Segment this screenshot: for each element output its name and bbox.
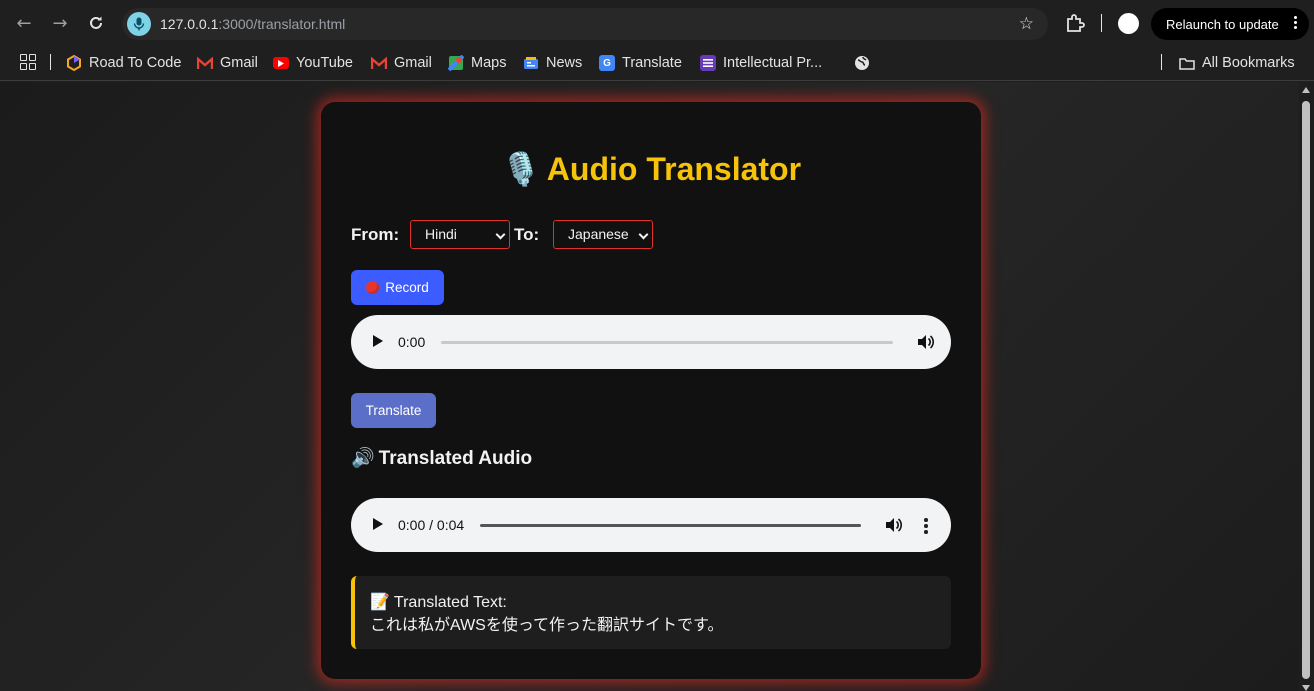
url-path: :3000/translator.html bbox=[218, 16, 346, 32]
translate-icon: G bbox=[599, 55, 615, 71]
bookmark-label: Road To Code bbox=[89, 55, 182, 71]
play-icon[interactable] bbox=[373, 335, 383, 347]
translate-label: Translate bbox=[365, 403, 422, 418]
output-progress-bar[interactable] bbox=[480, 524, 861, 527]
bookmark-news[interactable]: News bbox=[523, 52, 582, 74]
translated-text: これは私がAWSを使って作った翻訳サイトです。 bbox=[370, 617, 724, 634]
translated-audio-heading-text: Translated Audio bbox=[378, 448, 533, 469]
bookmarks-bar: Road To Code Gmail YouTube Gmail Maps Ne… bbox=[0, 46, 1314, 81]
bookmark-label: Intellectual Pr... bbox=[723, 55, 823, 71]
youtube-icon bbox=[273, 57, 289, 69]
news-icon bbox=[523, 55, 539, 71]
bookmark-star-icon[interactable]: ☆ bbox=[1019, 14, 1034, 34]
list-doc-icon bbox=[700, 55, 716, 71]
translated-audio-player[interactable]: 0:00 / 0:04 bbox=[351, 498, 951, 552]
address-bar[interactable]: 127.0.0.1:3000/translator.html ☆ bbox=[122, 8, 1048, 40]
folder-icon bbox=[1179, 55, 1195, 71]
from-label: From: bbox=[351, 225, 400, 244]
recorder-time: 0:00 bbox=[398, 334, 426, 350]
from-language-select[interactable]: Hindi bbox=[410, 220, 510, 249]
bookmark-label: News bbox=[546, 55, 583, 71]
record-label: Record bbox=[385, 280, 429, 295]
gmail-icon bbox=[197, 55, 213, 71]
bookmark-maps[interactable]: Maps bbox=[448, 52, 506, 74]
bookmarks-divider-right bbox=[1161, 54, 1162, 70]
relaunch-button[interactable]: Relaunch to update bbox=[1151, 8, 1309, 40]
toolbar-divider bbox=[1101, 14, 1102, 32]
bookmarks-divider bbox=[50, 54, 51, 70]
page-title: 🎙️ Audio Translator bbox=[321, 150, 981, 188]
to-language-select[interactable]: Japanese bbox=[553, 220, 653, 249]
record-button[interactable]: Record bbox=[351, 270, 444, 305]
bookmark-gmail[interactable]: Gmail bbox=[197, 52, 258, 74]
record-dot-icon bbox=[366, 281, 380, 294]
bookmark-label: Translate bbox=[622, 55, 682, 71]
bookmark-road-to-code[interactable]: Road To Code bbox=[66, 52, 181, 74]
road-to-code-icon bbox=[66, 55, 82, 71]
microphone-site-icon[interactable] bbox=[127, 12, 151, 36]
page-scrollbar[interactable] bbox=[1299, 82, 1314, 691]
bookmark-label: Maps bbox=[471, 55, 507, 71]
bookmark-label: YouTube bbox=[296, 55, 353, 71]
bookmark-youtube[interactable]: YouTube bbox=[273, 52, 353, 74]
bookmark-translate[interactable]: G Translate bbox=[599, 52, 682, 74]
translator-card: 🎙️ Audio Translator From: Hindi To: Japan… bbox=[321, 102, 981, 679]
url-host: 127.0.0.1 bbox=[160, 16, 219, 32]
relaunch-label: Relaunch to update bbox=[1166, 16, 1279, 32]
page-viewport: 🎙️ Audio Translator From: Hindi To: Japan… bbox=[0, 82, 1314, 691]
memo-icon: 📝 bbox=[370, 592, 390, 611]
back-arrow-icon[interactable]: ← bbox=[11, 10, 37, 36]
recorder-progress-bar[interactable] bbox=[441, 341, 893, 344]
to-label: To: bbox=[514, 225, 540, 244]
gmail-icon bbox=[371, 55, 387, 71]
page-title-text: Audio Translator bbox=[546, 151, 802, 187]
all-bookmarks-button[interactable]: All Bookmarks bbox=[1179, 52, 1295, 74]
speaker-icon: 🔊 bbox=[351, 447, 375, 469]
more-options-icon[interactable] bbox=[924, 518, 928, 536]
play-icon[interactable] bbox=[373, 518, 383, 530]
apps-grid-icon[interactable] bbox=[20, 54, 36, 70]
bookmark-gmail-2[interactable]: Gmail bbox=[371, 52, 432, 74]
bookmark-intellectual-property[interactable]: Intellectual Pr... bbox=[700, 52, 822, 74]
bookmark-globe[interactable] bbox=[854, 52, 877, 74]
translated-text-label: Translated Text: bbox=[393, 594, 507, 611]
profile-avatar[interactable] bbox=[1118, 13, 1139, 34]
bookmark-label: Gmail bbox=[220, 55, 258, 71]
kebab-menu-icon[interactable] bbox=[1294, 16, 1297, 31]
maps-icon bbox=[448, 55, 464, 71]
volume-icon[interactable] bbox=[884, 516, 902, 534]
forward-arrow-icon[interactable]: → bbox=[47, 10, 73, 36]
extensions-puzzle-icon[interactable] bbox=[1064, 12, 1086, 34]
translate-button[interactable]: Translate bbox=[351, 393, 436, 428]
to-language-value: Japanese bbox=[568, 226, 629, 242]
all-bookmarks-label: All Bookmarks bbox=[1202, 55, 1295, 71]
translated-text-label-row: 📝 Translated Text: bbox=[370, 590, 951, 614]
reload-icon[interactable] bbox=[83, 10, 109, 36]
scrollbar-thumb[interactable] bbox=[1302, 101, 1310, 679]
scroll-up-arrow-icon[interactable] bbox=[1302, 87, 1310, 93]
browser-toolbar: ← → 127.0.0.1:3000/translator.html ☆ Rel… bbox=[0, 0, 1314, 46]
from-language-value: Hindi bbox=[425, 226, 457, 242]
translated-text-box: 📝 Translated Text: これは私がAWSを使って作った翻訳サイトです… bbox=[351, 576, 951, 649]
globe-icon bbox=[854, 55, 870, 71]
output-time: 0:00 / 0:04 bbox=[398, 517, 465, 533]
url-text: 127.0.0.1:3000/translator.html bbox=[160, 16, 345, 32]
volume-icon[interactable] bbox=[916, 333, 934, 351]
microphone-icon: 🎙️ bbox=[500, 150, 541, 188]
translated-audio-heading: 🔊 Translated Audio bbox=[351, 446, 532, 470]
chevron-down-icon bbox=[495, 229, 506, 240]
bookmark-label: Gmail bbox=[394, 55, 432, 71]
scroll-down-arrow-icon[interactable] bbox=[1302, 685, 1310, 691]
chevron-down-icon bbox=[638, 229, 649, 240]
recorded-audio-player[interactable]: 0:00 bbox=[351, 315, 951, 369]
